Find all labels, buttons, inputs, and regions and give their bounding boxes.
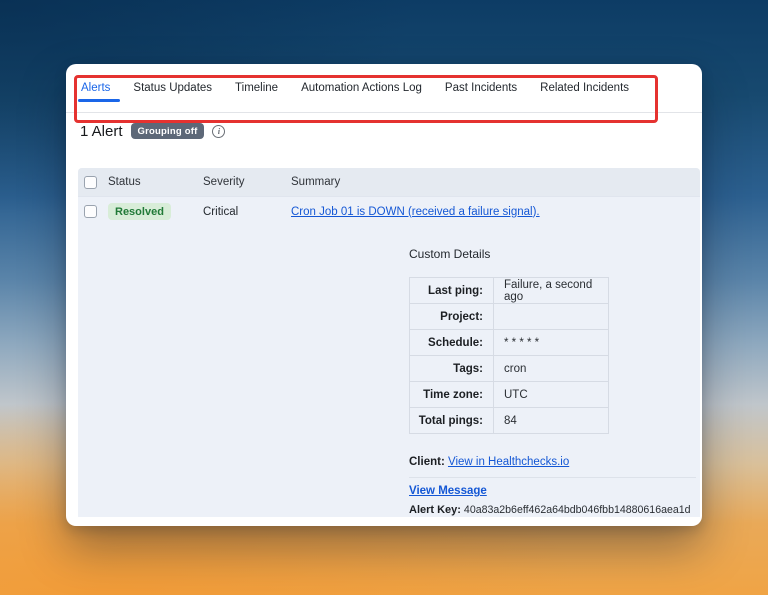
view-message-link[interactable]: View Message (409, 485, 487, 497)
alert-key-value: 40a83a2b6eff462a64bdb046fbb14880616aea1d (463, 504, 691, 516)
detail-label: Time zone: (409, 381, 494, 408)
detail-row: Schedule: * * * * * (409, 329, 609, 356)
row-checkbox[interactable] (84, 205, 97, 218)
detail-value (493, 303, 609, 330)
tab-past-incidents[interactable]: Past Incidents (445, 82, 517, 94)
detail-row: Time zone: UTC (409, 381, 609, 408)
detail-row: Total pings: 84 (409, 407, 609, 434)
alerts-table-header: Status Severity Summary (78, 168, 700, 196)
alert-details-card: Alerts Status Updates Timeline Automatio… (66, 64, 702, 526)
tab-related-incidents[interactable]: Related Incidents (540, 82, 629, 94)
alerts-summary-row: 1 Alert Grouping off i (80, 120, 226, 142)
tab-alerts[interactable]: Alerts (77, 82, 121, 102)
tab-bar: Alerts Status Updates Timeline Automatio… (66, 64, 702, 113)
detail-label: Tags: (409, 355, 494, 382)
status-badge: Resolved (108, 203, 171, 220)
column-header-summary: Summary (291, 176, 341, 188)
alert-detail-pane: Custom Details Last ping: Failure, a sec… (409, 225, 696, 516)
detail-label: Last ping: (409, 277, 494, 304)
detail-row: Tags: cron (409, 355, 609, 382)
healthchecks-link[interactable]: View in Healthchecks.io (448, 456, 569, 468)
column-header-severity: Severity (203, 176, 245, 188)
tab-status-updates[interactable]: Status Updates (133, 82, 212, 94)
alert-summary-link[interactable]: Cron Job 01 is DOWN (received a failure … (291, 206, 540, 218)
tab-timeline[interactable]: Timeline (235, 82, 278, 94)
detail-value: UTC (493, 381, 609, 408)
detail-value: 84 (493, 407, 609, 434)
alert-key-line: Alert Key: 40a83a2b6eff462a64bdb046fbb14… (409, 504, 696, 516)
table-row: Resolved Critical Cron Job 01 is DOWN (r… (78, 196, 700, 226)
detail-row: Project: (409, 303, 609, 330)
alert-key-label: Alert Key: (409, 504, 461, 516)
severity-value: Critical (203, 205, 239, 218)
detail-value: Failure, a second ago (493, 277, 609, 304)
detail-label: Project: (409, 303, 494, 330)
detail-value: cron (493, 355, 609, 382)
column-header-status: Status (108, 176, 141, 188)
client-line: Client: View in Healthchecks.io (409, 456, 696, 468)
info-icon[interactable]: i (212, 124, 226, 138)
detail-value: * * * * * (493, 329, 609, 356)
client-label: Client: (409, 456, 445, 468)
detail-row: Last ping: Failure, a second ago (409, 277, 609, 304)
detail-label: Total pings: (409, 407, 494, 434)
alert-count-label: 1 Alert (80, 122, 123, 140)
select-all-checkbox[interactable] (84, 175, 97, 189)
divider (409, 477, 696, 478)
custom-details-table: Last ping: Failure, a second ago Project… (409, 277, 609, 434)
grouping-toggle-badge[interactable]: Grouping off (130, 123, 205, 139)
detail-label: Schedule: (409, 329, 494, 356)
alerts-table: Status Severity Summary Resolved Critica… (78, 168, 700, 517)
custom-details-title: Custom Details (409, 247, 491, 261)
tab-automation-actions-log[interactable]: Automation Actions Log (301, 82, 422, 94)
